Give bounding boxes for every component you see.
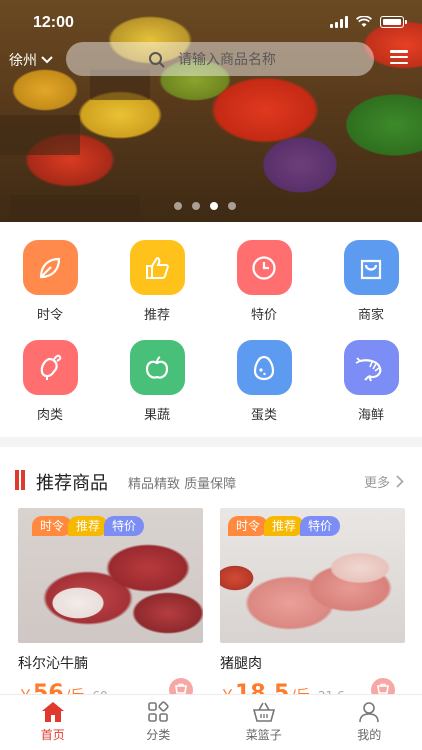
city-label: 徐州 bbox=[9, 53, 37, 69]
shopping-bag-icon bbox=[343, 240, 399, 295]
shrimp-icon bbox=[343, 340, 399, 395]
search-bar[interactable]: 请输入商品名称 bbox=[66, 42, 374, 76]
chevron-down-icon bbox=[41, 56, 53, 64]
product-image[interactable]: 时令 推荐 特价 bbox=[18, 508, 203, 643]
search-input[interactable]: 请输入商品名称 bbox=[178, 49, 276, 69]
search-icon bbox=[149, 52, 165, 68]
category-grid-icon bbox=[148, 701, 169, 722]
product-name: 科尔沁牛腩 bbox=[18, 656, 88, 672]
carousel-dot[interactable] bbox=[192, 202, 200, 210]
apple-icon bbox=[129, 340, 185, 395]
drumstick-icon bbox=[22, 340, 78, 395]
tag-recommend: 推荐 bbox=[264, 516, 305, 536]
status-time: 12:00 bbox=[33, 14, 74, 31]
basket-icon bbox=[252, 702, 275, 722]
egg-icon bbox=[236, 340, 292, 395]
status-icons bbox=[330, 16, 407, 28]
category-recommend[interactable]: 推荐 bbox=[117, 240, 197, 323]
section-subtitle: 精品精致 质量保障 bbox=[128, 477, 237, 492]
chevron-right-icon bbox=[396, 475, 404, 488]
battery-icon bbox=[380, 16, 407, 28]
product-name: 猪腿肉 bbox=[220, 656, 262, 672]
category-label: 海鲜 bbox=[357, 408, 384, 423]
category-special-price[interactable]: 特价 bbox=[224, 240, 304, 323]
tag-seasonal: 时令 bbox=[32, 516, 73, 536]
tab-label: 我的 bbox=[357, 728, 382, 742]
banner-carousel[interactable]: 12:00 徐州 请输入商品名称 bbox=[0, 0, 422, 222]
category-eggs[interactable]: 蛋类 bbox=[224, 340, 304, 423]
carousel-dot[interactable] bbox=[174, 202, 182, 210]
bottom-tab-bar: 首页 分类 菜篮子 我的 bbox=[0, 694, 422, 750]
tab-home[interactable]: 首页 bbox=[0, 695, 106, 750]
category-label: 果蔬 bbox=[143, 408, 170, 423]
tag-recommend: 推荐 bbox=[68, 516, 109, 536]
city-selector[interactable]: 徐州 bbox=[9, 50, 53, 70]
product-image[interactable]: 时令 推荐 特价 bbox=[220, 508, 405, 643]
more-label: 更多 bbox=[363, 476, 390, 491]
category-label: 蛋类 bbox=[250, 408, 277, 423]
category-meat[interactable]: 肉类 bbox=[10, 340, 90, 423]
banner-crate bbox=[0, 115, 80, 155]
tag-special: 特价 bbox=[300, 516, 341, 536]
product-tags: 时令 推荐 特价 bbox=[32, 516, 145, 536]
section-divider bbox=[0, 437, 422, 447]
menu-icon[interactable] bbox=[390, 50, 408, 64]
category-label: 商家 bbox=[357, 308, 384, 323]
category-merchant[interactable]: 商家 bbox=[331, 240, 411, 323]
leaf-icon bbox=[22, 240, 78, 295]
product-tags: 时令 推荐 特价 bbox=[228, 516, 341, 536]
more-link[interactable]: 更多 bbox=[364, 472, 404, 491]
banner-crate bbox=[10, 195, 140, 222]
category-seafood[interactable]: 海鲜 bbox=[331, 340, 411, 423]
category-label: 时令 bbox=[36, 308, 63, 323]
category-label: 肉类 bbox=[36, 408, 63, 423]
thumbs-up-icon bbox=[129, 240, 185, 295]
home-icon bbox=[41, 702, 64, 722]
tab-label: 分类 bbox=[146, 728, 171, 742]
category-label: 特价 bbox=[250, 308, 277, 323]
wifi-icon bbox=[356, 16, 372, 27]
category-label: 推荐 bbox=[143, 308, 170, 323]
tab-profile[interactable]: 我的 bbox=[317, 695, 422, 750]
category-seasonal[interactable]: 时令 bbox=[10, 240, 90, 323]
tab-basket[interactable]: 菜篮子 bbox=[211, 695, 317, 750]
section-title: 推荐商品 bbox=[36, 473, 108, 494]
product-card[interactable]: 时令 推荐 特价 猪腿肉 ￥ 18.5 /斤 21.6 bbox=[220, 508, 405, 706]
carousel-indicator bbox=[174, 202, 236, 210]
tab-label: 首页 bbox=[40, 728, 65, 742]
carousel-dot-active[interactable] bbox=[210, 202, 218, 210]
tag-special: 特价 bbox=[104, 516, 145, 536]
category-fruit-veg[interactable]: 果蔬 bbox=[117, 340, 197, 423]
carousel-dot[interactable] bbox=[228, 202, 236, 210]
tag-seasonal: 时令 bbox=[228, 516, 269, 536]
clock-icon bbox=[236, 240, 292, 295]
signal-icon bbox=[330, 16, 348, 28]
tab-category[interactable]: 分类 bbox=[106, 695, 212, 750]
product-card[interactable]: 时令 推荐 特价 科尔沁牛腩 ￥ 56 /斤 60 bbox=[18, 508, 203, 706]
section-accent-bar bbox=[15, 470, 19, 490]
section-accent-bar bbox=[21, 470, 25, 490]
user-icon bbox=[359, 702, 380, 723]
tab-label: 菜篮子 bbox=[245, 728, 282, 742]
